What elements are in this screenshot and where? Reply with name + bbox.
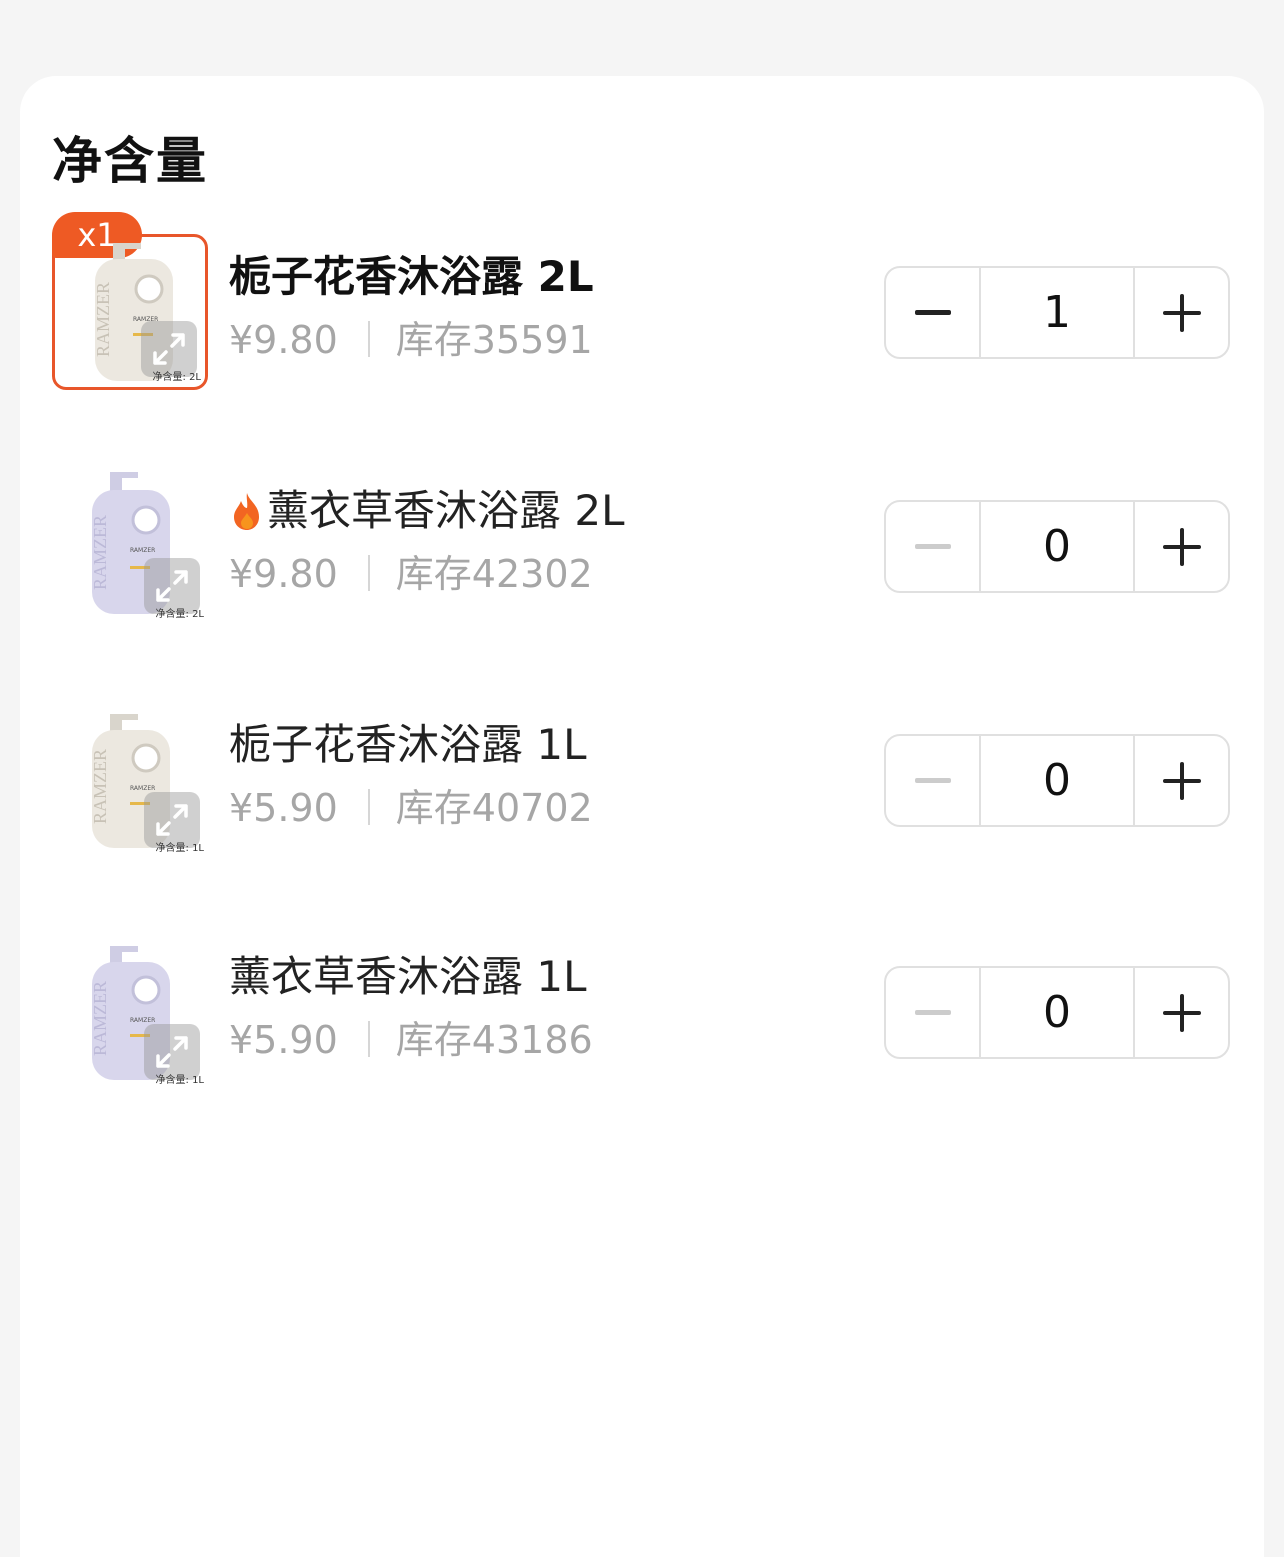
quantity-stepper: 0 xyxy=(884,500,1230,593)
svg-text:RAMZER: RAMZER xyxy=(93,282,113,357)
product-price: ¥9.80 xyxy=(229,318,338,362)
volume-tag: 净含量: 1L xyxy=(155,843,204,854)
product-stock: 库存43186 xyxy=(395,1018,593,1062)
quantity-value[interactable]: 0 xyxy=(981,502,1133,591)
product-name-row: 薰衣草香沐浴露 2L xyxy=(229,486,624,536)
product-thumbnail[interactable]: RAMZER RAMZER 净含量: 1L xyxy=(52,934,208,1090)
product-name: 薰衣草香沐浴露 1L xyxy=(229,952,587,1001)
product-price: ¥5.90 xyxy=(229,786,338,830)
decrement-button[interactable] xyxy=(886,968,981,1057)
increment-button[interactable] xyxy=(1133,736,1228,825)
divider xyxy=(367,555,370,591)
volume-tag: 净含量: 2L xyxy=(152,372,201,383)
svg-text:RAMZER: RAMZER xyxy=(130,785,155,792)
svg-text:RAMZER: RAMZER xyxy=(90,749,110,824)
product-stock: 库存42302 xyxy=(395,552,593,596)
volume-tag: 净含量: 1L xyxy=(155,1075,204,1086)
decrement-button[interactable] xyxy=(886,502,981,591)
minus-icon xyxy=(914,778,951,783)
svg-text:RAMZER: RAMZER xyxy=(90,515,110,590)
minus-icon xyxy=(914,310,951,315)
sku-item[interactable]: RAMZER RAMZER 净含量: 1L 栀子花香沐浴露 1L ¥5.90 库存… xyxy=(20,702,1264,862)
decrement-button[interactable] xyxy=(886,268,981,357)
quantity-value[interactable]: 1 xyxy=(981,268,1133,357)
fire-icon xyxy=(234,493,259,530)
product-meta: ¥9.80 库存35591 xyxy=(229,318,593,364)
product-meta: ¥9.80 库存42302 xyxy=(229,552,593,598)
svg-text:RAMZER: RAMZER xyxy=(90,981,110,1056)
minus-icon xyxy=(914,1010,951,1015)
product-name: 栀子花香沐浴露 2L xyxy=(229,252,594,301)
section-title: 净含量 xyxy=(52,132,208,190)
divider xyxy=(367,789,370,825)
quantity-stepper: 0 xyxy=(884,966,1230,1059)
product-name: 薰衣草香沐浴露 2L xyxy=(267,486,625,535)
quantity-stepper: 0 xyxy=(884,734,1230,827)
product-stock: 库存40702 xyxy=(395,786,593,830)
product-meta: ¥5.90 库存43186 xyxy=(229,1018,593,1064)
product-thumbnail[interactable]: RAMZER RAMZER 净含量: 1L xyxy=(52,702,208,858)
svg-text:RAMZER: RAMZER xyxy=(130,1017,155,1024)
quantity-value[interactable]: 0 xyxy=(981,968,1133,1057)
increment-button[interactable] xyxy=(1133,502,1228,591)
divider xyxy=(367,321,370,357)
product-price: ¥9.80 xyxy=(229,552,338,596)
sku-selector-sheet: 净含量 x1 RAMZER RAMZER 净含量: 2L 栀子花香沐浴露 2L … xyxy=(20,76,1264,1557)
increment-button[interactable] xyxy=(1133,968,1228,1057)
quantity-stepper: 1 xyxy=(884,266,1230,359)
sku-item[interactable]: RAMZER RAMZER 净含量: 1L 薰衣草香沐浴露 1L ¥5.90 库存… xyxy=(20,934,1264,1094)
minus-icon xyxy=(914,544,951,549)
increment-button[interactable] xyxy=(1133,268,1228,357)
decrement-button[interactable] xyxy=(886,736,981,825)
divider xyxy=(367,1021,370,1057)
sku-item[interactable]: RAMZER RAMZER 净含量: 2L 薰衣草香沐浴露 2L ¥9.80 库存… xyxy=(20,468,1264,628)
product-meta: ¥5.90 库存40702 xyxy=(229,786,593,832)
volume-tag: 净含量: 2L xyxy=(155,609,204,620)
product-thumbnail[interactable]: x1 RAMZER RAMZER 净含量: 2L xyxy=(52,212,208,390)
quantity-value[interactable]: 0 xyxy=(981,736,1133,825)
product-thumbnail[interactable]: RAMZER RAMZER 净含量: 2L xyxy=(52,468,208,624)
product-price: ¥5.90 xyxy=(229,1018,338,1062)
sku-item[interactable]: x1 RAMZER RAMZER 净含量: 2L 栀子花香沐浴露 2L ¥9.8… xyxy=(20,212,1264,394)
product-stock: 库存35591 xyxy=(395,318,593,362)
svg-text:RAMZER: RAMZER xyxy=(130,547,155,554)
product-name: 栀子花香沐浴露 1L xyxy=(229,720,587,769)
